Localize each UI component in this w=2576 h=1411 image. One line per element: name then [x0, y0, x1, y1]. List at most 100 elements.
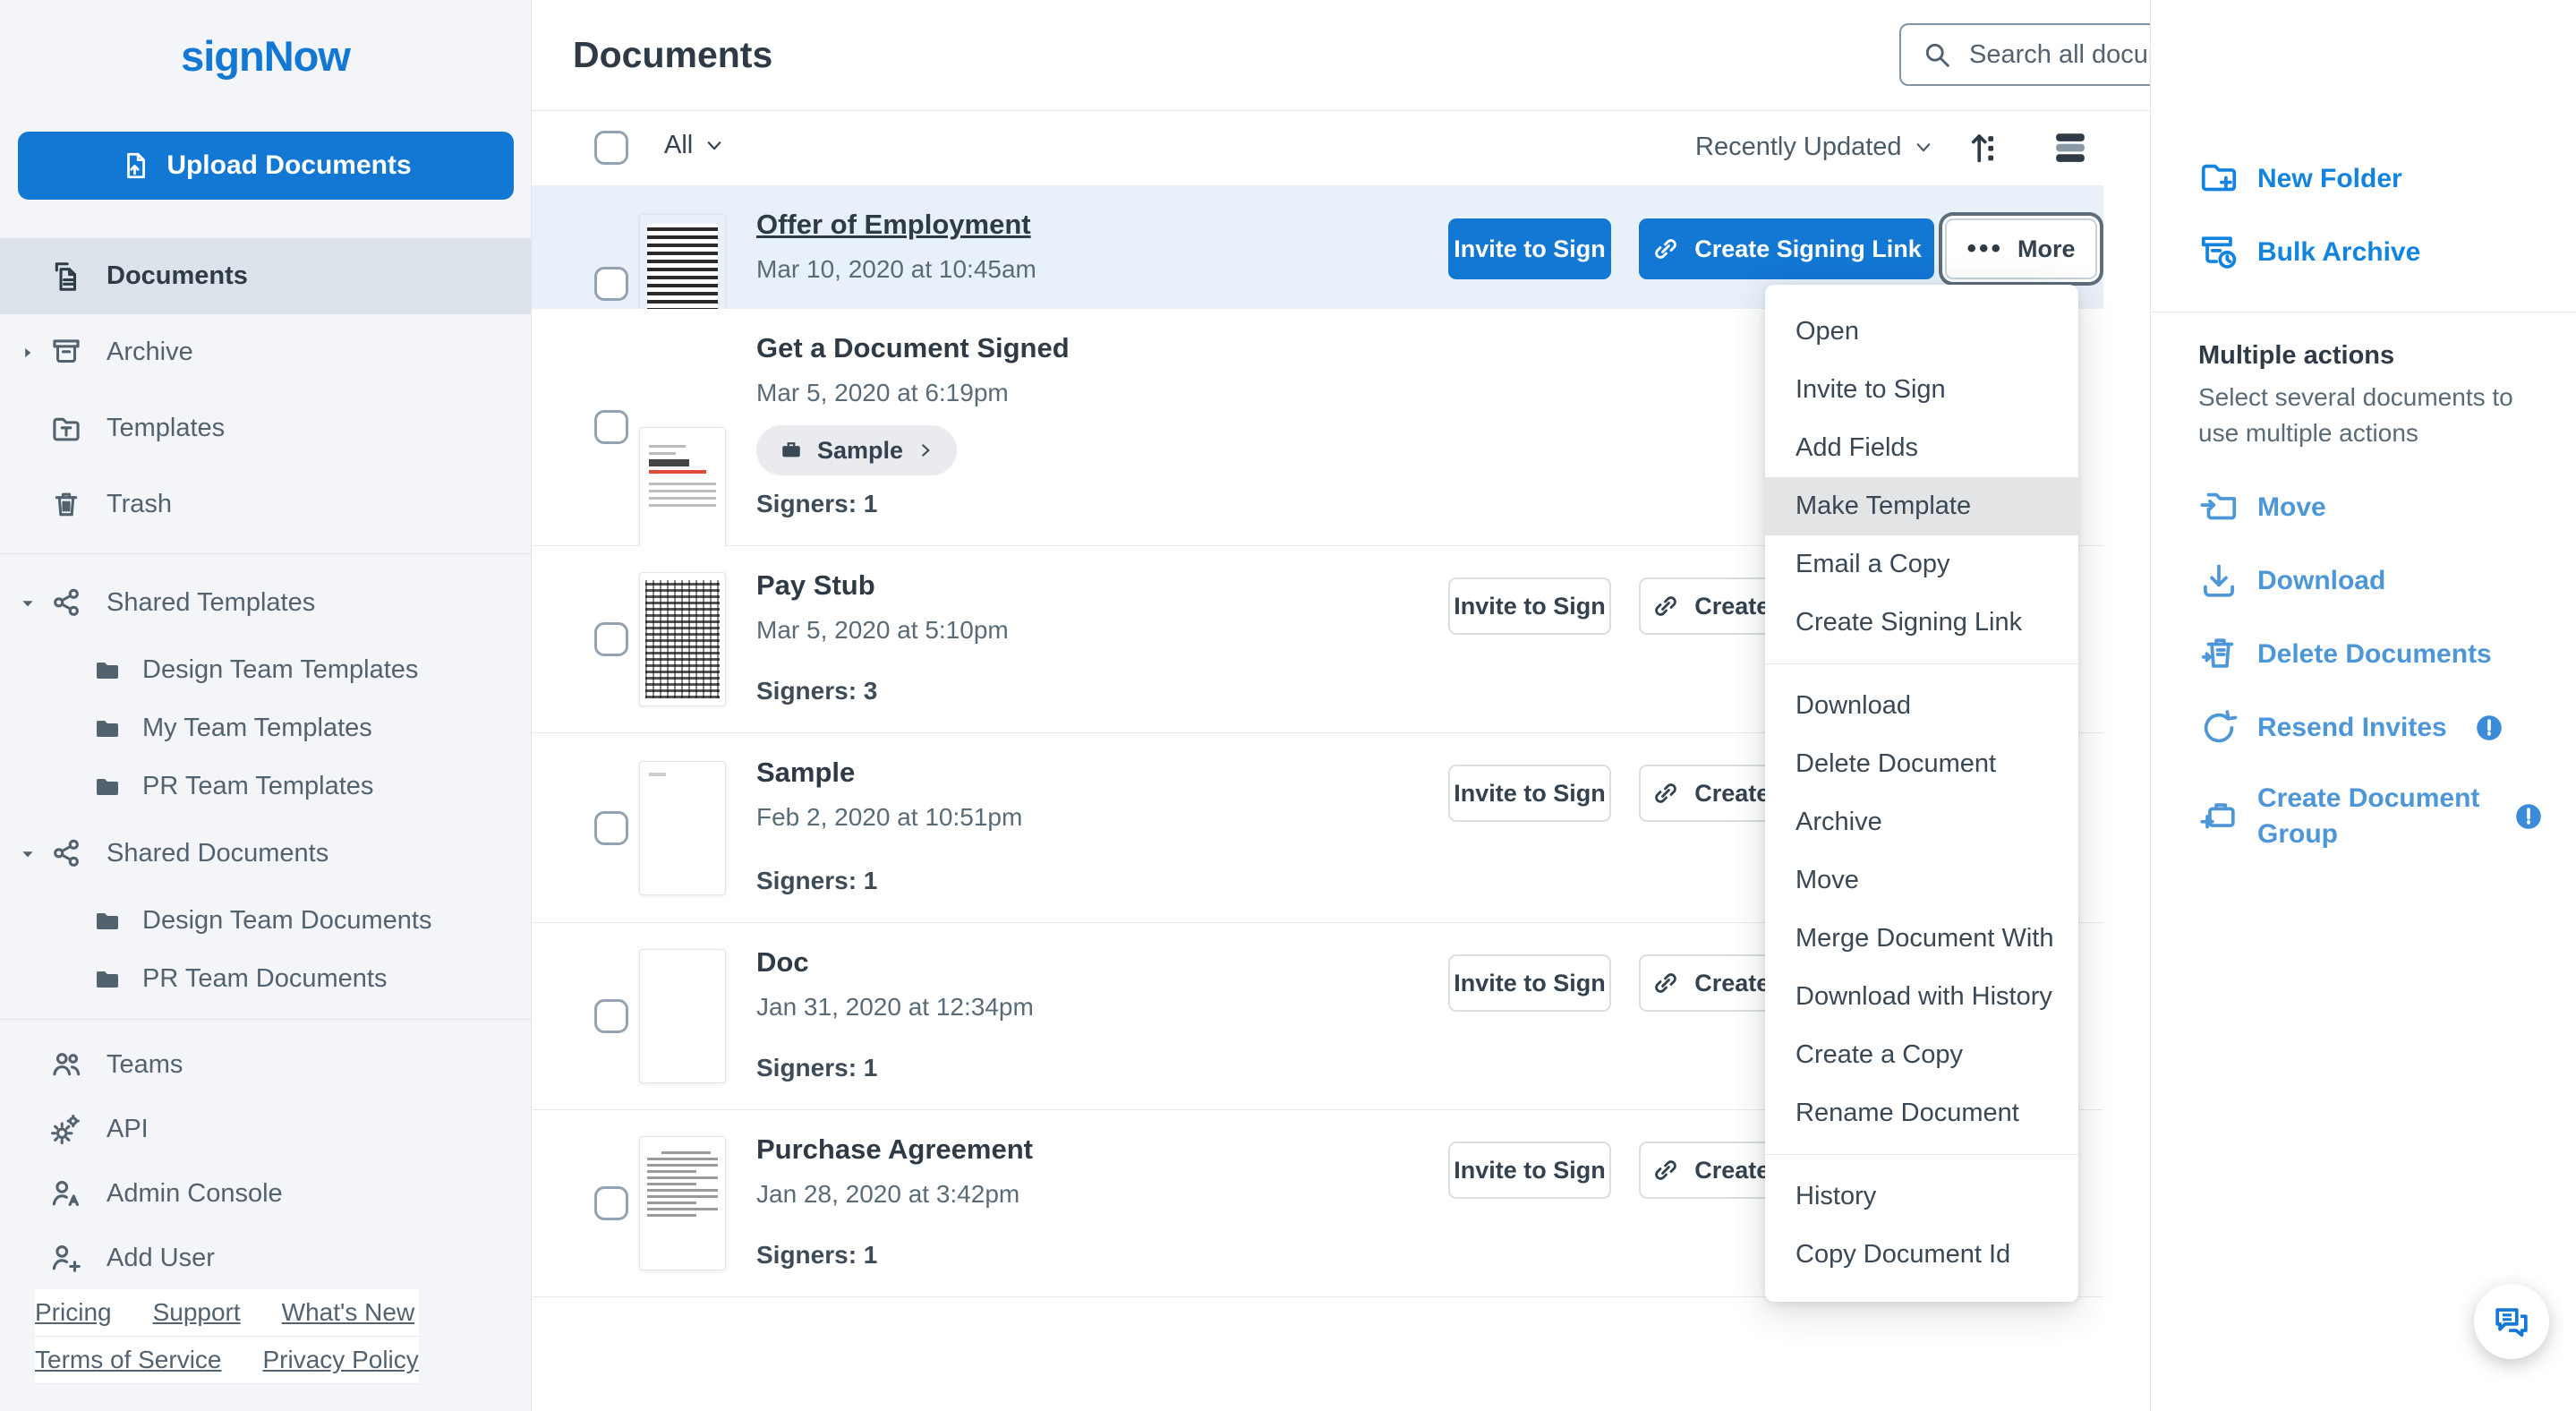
whats-new-link[interactable]: What's New	[282, 1289, 415, 1336]
row-checkbox[interactable]	[594, 811, 628, 845]
multi-create-document-group-label: Create Document Group	[2257, 781, 2499, 852]
menu-item-download[interactable]: Download	[1765, 677, 2078, 735]
info-badge-icon[interactable]	[2513, 801, 2544, 832]
document-title-link[interactable]: Purchase Agreement	[756, 1133, 1033, 1166]
document-date: Mar 5, 2020 at 6:19pm	[756, 379, 1070, 407]
document-signers: Signers: 1	[756, 1241, 1033, 1270]
list-view-icon[interactable]	[2050, 127, 2091, 168]
menu-item-invite-to-sign[interactable]: Invite to Sign	[1765, 361, 2078, 419]
sidebar-folder-label: Design Team Documents	[142, 906, 431, 936]
link-icon	[1651, 592, 1680, 620]
folder-icon	[92, 965, 121, 994]
multi-resend-invites-button[interactable]: Resend Invites	[2198, 707, 2576, 748]
document-title-link[interactable]: Offer of Employment	[756, 209, 1036, 241]
menu-item-create-signing-link[interactable]: Create Signing Link	[1765, 594, 2078, 652]
create-signing-link-button[interactable]: Create Signing Link	[1639, 218, 1934, 279]
sidebar-section-shared-templates[interactable]: Shared Templates	[0, 565, 531, 641]
archive-icon	[49, 336, 83, 370]
folder-tag[interactable]: Sample	[756, 425, 957, 475]
document-date: Mar 10, 2020 at 10:45am	[756, 255, 1036, 284]
multi-delete-documents-button[interactable]: Delete Documents	[2198, 634, 2576, 675]
bulk-archive-button[interactable]: Bulk Archive	[2198, 233, 2576, 272]
document-title-link[interactable]: Sample	[756, 757, 1022, 789]
chevron-right-icon	[917, 442, 934, 458]
sidebar-item-archive[interactable]: Archive	[0, 314, 531, 390]
chat-support-button[interactable]	[2474, 1284, 2549, 1359]
terms-of-service-link[interactable]: Terms of Service	[35, 1337, 222, 1383]
menu-item-delete-document[interactable]: Delete Document	[1765, 735, 2078, 793]
document-thumbnail[interactable]	[639, 949, 726, 1083]
sidebar-folder-pr-team-templates[interactable]: PR Team Templates	[0, 757, 531, 816]
invite-to-sign-button[interactable]: Invite to Sign	[1448, 218, 1611, 279]
sidebar-item-add-user[interactable]: Add User	[0, 1226, 531, 1290]
new-folder-button[interactable]: New Folder	[2198, 159, 2576, 199]
sidebar-item-trash[interactable]: Trash	[0, 466, 531, 543]
caret-down-icon[interactable]	[20, 846, 36, 862]
invite-to-sign-button[interactable]: Invite to Sign	[1448, 954, 1611, 1012]
sidebar-item-teams[interactable]: Teams	[0, 1032, 531, 1097]
row-checkbox[interactable]	[594, 622, 628, 656]
sidebar-item-templates[interactable]: Templates	[0, 390, 531, 466]
document-title-link[interactable]: Doc	[756, 946, 1034, 979]
pricing-link[interactable]: Pricing	[35, 1289, 112, 1336]
menu-item-email-a-copy[interactable]: Email a Copy	[1765, 535, 2078, 594]
sidebar-folder-label: PR Team Documents	[142, 964, 387, 994]
multi-create-document-group-button[interactable]: Create Document Group	[2198, 781, 2576, 852]
info-badge-icon[interactable]	[2474, 713, 2504, 743]
menu-item-open[interactable]: Open	[1765, 303, 2078, 361]
sort-direction-icon[interactable]	[1964, 127, 2005, 168]
select-all-checkbox[interactable]	[594, 131, 628, 165]
multi-move-button[interactable]: Move	[2198, 487, 2576, 528]
document-thumbnail[interactable]	[639, 761, 726, 895]
menu-item-archive[interactable]: Archive	[1765, 793, 2078, 851]
invite-to-sign-button[interactable]: Invite to Sign	[1448, 765, 1611, 822]
sidebar-folder-design-team-documents[interactable]: Design Team Documents	[0, 892, 531, 950]
privacy-policy-link[interactable]: Privacy Policy	[263, 1337, 419, 1383]
bulk-archive-icon	[2198, 232, 2239, 273]
upload-document-icon	[120, 150, 150, 181]
menu-item-history[interactable]: History	[1765, 1167, 2078, 1226]
menu-item-move[interactable]: Move	[1765, 851, 2078, 910]
menu-item-rename-document[interactable]: Rename Document	[1765, 1084, 2078, 1142]
row-checkbox[interactable]	[594, 410, 628, 444]
menu-item-copy-document-id[interactable]: Copy Document Id	[1765, 1226, 2078, 1284]
menu-item-create-a-copy[interactable]: Create a Copy	[1765, 1026, 2078, 1084]
filter-dropdown[interactable]: All	[664, 131, 723, 160]
sidebar: signNow Upload Documents Documents	[0, 0, 532, 1411]
document-title-link[interactable]: Pay Stub	[756, 569, 1009, 602]
sidebar-folder-label: PR Team Templates	[142, 772, 373, 801]
menu-item-download-with-history[interactable]: Download with History	[1765, 968, 2078, 1026]
more-actions-button[interactable]: ••• More	[1945, 218, 2097, 279]
row-checkbox[interactable]	[594, 267, 628, 301]
caret-right-icon[interactable]	[20, 345, 36, 361]
teams-icon	[49, 1048, 83, 1082]
document-thumbnail[interactable]	[639, 1136, 726, 1270]
upload-documents-button[interactable]: Upload Documents	[18, 132, 514, 200]
sort-dropdown[interactable]: Recently Updated	[1695, 133, 1932, 162]
sidebar-folder-design-team-templates[interactable]: Design Team Templates	[0, 641, 531, 699]
sidebar-folder-pr-team-documents[interactable]: PR Team Documents	[0, 950, 531, 1008]
create-document-group-icon	[2198, 796, 2239, 837]
document-title-link[interactable]: Get a Document Signed	[756, 332, 1070, 364]
resend-invites-icon	[2198, 707, 2239, 748]
sidebar-item-api[interactable]: API	[0, 1097, 531, 1161]
sidebar-footer: Pricing Support What's New Terms of Serv…	[35, 1289, 419, 1384]
sidebar-item-documents[interactable]: Documents	[0, 238, 531, 314]
sidebar-section-shared-documents[interactable]: Shared Documents	[0, 816, 531, 892]
support-link[interactable]: Support	[153, 1289, 241, 1336]
sort-label: Recently Updated	[1695, 133, 1902, 162]
sidebar-folder-my-team-templates[interactable]: My Team Templates	[0, 699, 531, 757]
document-thumbnail[interactable]	[639, 572, 726, 706]
row-checkbox[interactable]	[594, 1186, 628, 1220]
invite-to-sign-button[interactable]: Invite to Sign	[1448, 1142, 1611, 1199]
multi-download-label: Download	[2257, 563, 2385, 599]
multi-download-button[interactable]: Download	[2198, 560, 2576, 602]
menu-item-merge-document-with[interactable]: Merge Document With	[1765, 910, 2078, 968]
menu-item-add-fields[interactable]: Add Fields	[1765, 419, 2078, 477]
sidebar-item-admin-console[interactable]: Admin Console	[0, 1161, 531, 1226]
row-checkbox[interactable]	[594, 999, 628, 1033]
caret-down-icon[interactable]	[20, 595, 36, 611]
invite-to-sign-button[interactable]: Invite to Sign	[1448, 577, 1611, 635]
more-label: More	[2017, 235, 2076, 263]
menu-item-make-template[interactable]: Make Template	[1765, 477, 2078, 535]
